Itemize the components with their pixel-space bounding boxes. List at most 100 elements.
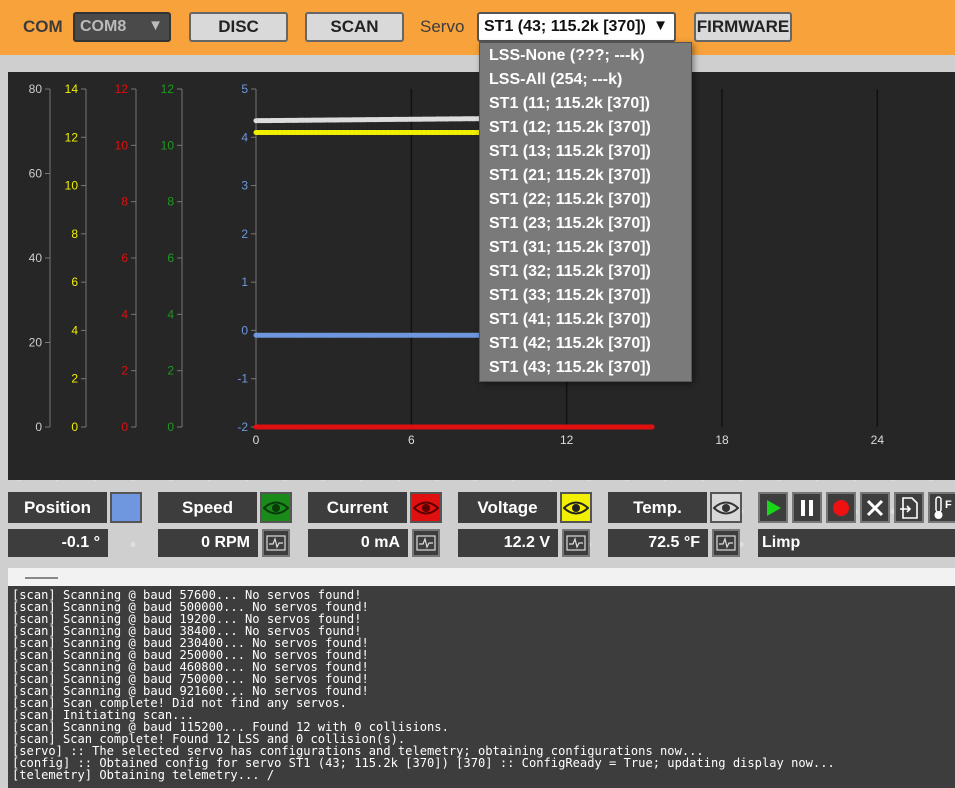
y-tick-label: 8: [121, 195, 128, 209]
dropdown-item[interactable]: ST1 (33; 115.2k [370]): [489, 287, 651, 305]
temp-graph-toggle[interactable]: [712, 529, 740, 557]
servo-status-text: Limp: [758, 529, 955, 557]
position-value: -0.1 °: [8, 529, 108, 557]
y-tick-label: 1: [241, 275, 248, 289]
waveform-icon: [266, 535, 286, 551]
log-line: [telemetry] Obtaining telemetry... /: [12, 768, 275, 782]
x-tick-label: 24: [871, 433, 885, 447]
dropdown-item[interactable]: ST1 (43; 115.2k [370]): [489, 359, 651, 377]
y-tick-label: 10: [161, 138, 175, 152]
y-tick-label: 40: [29, 251, 43, 265]
y-tick-label: 12: [161, 82, 175, 96]
close-icon: [866, 499, 884, 516]
y-tick-label: 4: [167, 307, 174, 321]
thermometer-icon: F: [934, 495, 952, 519]
com-port-select[interactable]: COM8 ▼: [73, 12, 171, 42]
y-tick-label: 4: [71, 323, 78, 337]
temp-value: 72.5 °F: [608, 529, 708, 557]
waveform-icon: [416, 535, 436, 551]
voltage-label: Voltage: [458, 492, 557, 523]
dropdown-item[interactable]: ST1 (21; 115.2k [370]): [489, 167, 651, 185]
speed-label: Speed: [158, 492, 257, 523]
eye-icon: [413, 501, 439, 514]
eye-icon: [563, 501, 589, 514]
servo-dropdown-menu: LSS-None (???; ---k) LSS-All (254; ---k)…: [479, 42, 692, 382]
y-tick-label: 14: [65, 82, 79, 96]
pause-button[interactable]: [792, 492, 822, 523]
dropdown-item[interactable]: ST1 (12; 115.2k [370]): [489, 119, 651, 137]
record-button[interactable]: [826, 492, 856, 523]
temp-label: Temp.: [608, 492, 707, 523]
grip-bar: [25, 577, 58, 579]
y-tick-label: 10: [65, 179, 79, 193]
dropdown-item[interactable]: ST1 (42; 115.2k [370]): [489, 335, 651, 353]
x-tick-label: 6: [408, 433, 415, 447]
y-tick-label: 6: [167, 251, 174, 265]
y-tick-label: 80: [29, 82, 43, 96]
play-icon: [767, 499, 781, 516]
x-tick-label: 0: [253, 433, 260, 447]
x-tick-label: 12: [560, 433, 574, 447]
log-resize-handle[interactable]: [8, 568, 955, 586]
y-tick-label: 20: [29, 336, 43, 350]
dropdown-item[interactable]: ST1 (22; 115.2k [370]): [489, 191, 651, 209]
record-icon: [833, 499, 849, 516]
firmware-button[interactable]: FIRMWARE: [694, 12, 792, 42]
y-tick-label: 0: [35, 420, 42, 434]
voltage-value: 12.2 V: [458, 529, 558, 557]
y-tick-label: 2: [121, 364, 128, 378]
temp-visibility-toggle[interactable]: [710, 492, 742, 523]
dropdown-item[interactable]: ST1 (13; 115.2k [370]): [489, 143, 651, 161]
com-port-value: COM8: [80, 18, 127, 35]
scan-button[interactable]: SCAN: [305, 12, 404, 42]
y-tick-label: 6: [71, 275, 78, 289]
chevron-down-icon: ▼: [148, 17, 163, 34]
x-tick-label: 18: [715, 433, 729, 447]
voltage-visibility-toggle[interactable]: [560, 492, 592, 523]
temperature-units-button[interactable]: F: [928, 492, 955, 523]
y-tick-label: 4: [241, 130, 248, 144]
speed-graph-toggle[interactable]: [262, 529, 290, 557]
current-visibility-toggle[interactable]: [410, 492, 442, 523]
dropdown-item[interactable]: LSS-None (???; ---k): [489, 47, 645, 65]
current-graph-toggle[interactable]: [412, 529, 440, 557]
current-label: Current: [308, 492, 407, 523]
speed-value: 0 RPM: [158, 529, 258, 557]
y-tick-label: 3: [241, 179, 248, 193]
y-tick-label: 60: [29, 167, 43, 181]
servo-select-value: ST1 (43; 115.2k [370]): [484, 18, 646, 35]
dropdown-item[interactable]: ST1 (31; 115.2k [370]): [489, 239, 651, 257]
chevron-down-icon: ▼: [653, 17, 668, 34]
dropdown-item[interactable]: ST1 (41; 115.2k [370]): [489, 311, 651, 329]
play-button[interactable]: [758, 492, 788, 523]
export-button[interactable]: [894, 492, 924, 523]
y-tick-label: 0: [167, 420, 174, 434]
com-label: COM: [23, 17, 63, 36]
voltage-graph-toggle[interactable]: [562, 529, 590, 557]
series-line: [253, 116, 492, 124]
dropdown-item[interactable]: ST1 (32; 115.2k [370]): [489, 263, 651, 281]
y-tick-label: -2: [237, 420, 248, 434]
dropdown-item[interactable]: LSS-All (254; ---k): [489, 71, 622, 89]
pause-icon: [801, 499, 813, 516]
y-tick-label: 8: [71, 227, 78, 241]
dropdown-item[interactable]: ST1 (23; 115.2k [370]): [489, 215, 651, 233]
y-tick-label: 6: [121, 251, 128, 265]
y-tick-label: 4: [121, 307, 128, 321]
position-swatch-fill: [112, 494, 140, 521]
speed-visibility-toggle[interactable]: [260, 492, 292, 523]
y-tick-label: 2: [167, 364, 174, 378]
y-tick-label: 0: [241, 323, 248, 337]
y-tick-label: 2: [71, 372, 78, 386]
disc-button[interactable]: DISC: [189, 12, 288, 42]
servo-select[interactable]: ST1 (43; 115.2k [370]) ▼: [477, 12, 676, 42]
y-tick-label: 12: [65, 130, 79, 144]
dropdown-item[interactable]: ST1 (11; 115.2k [370]): [489, 95, 650, 113]
svg-text:F: F: [945, 499, 952, 511]
y-tick-label: 0: [121, 420, 128, 434]
eye-icon: [713, 501, 739, 514]
y-tick-label: 12: [115, 82, 129, 96]
console-log[interactable]: [scan] Scanning @ baud 57600... No servo…: [8, 586, 955, 788]
clear-button[interactable]: [860, 492, 890, 523]
position-color-swatch[interactable]: [110, 492, 142, 523]
